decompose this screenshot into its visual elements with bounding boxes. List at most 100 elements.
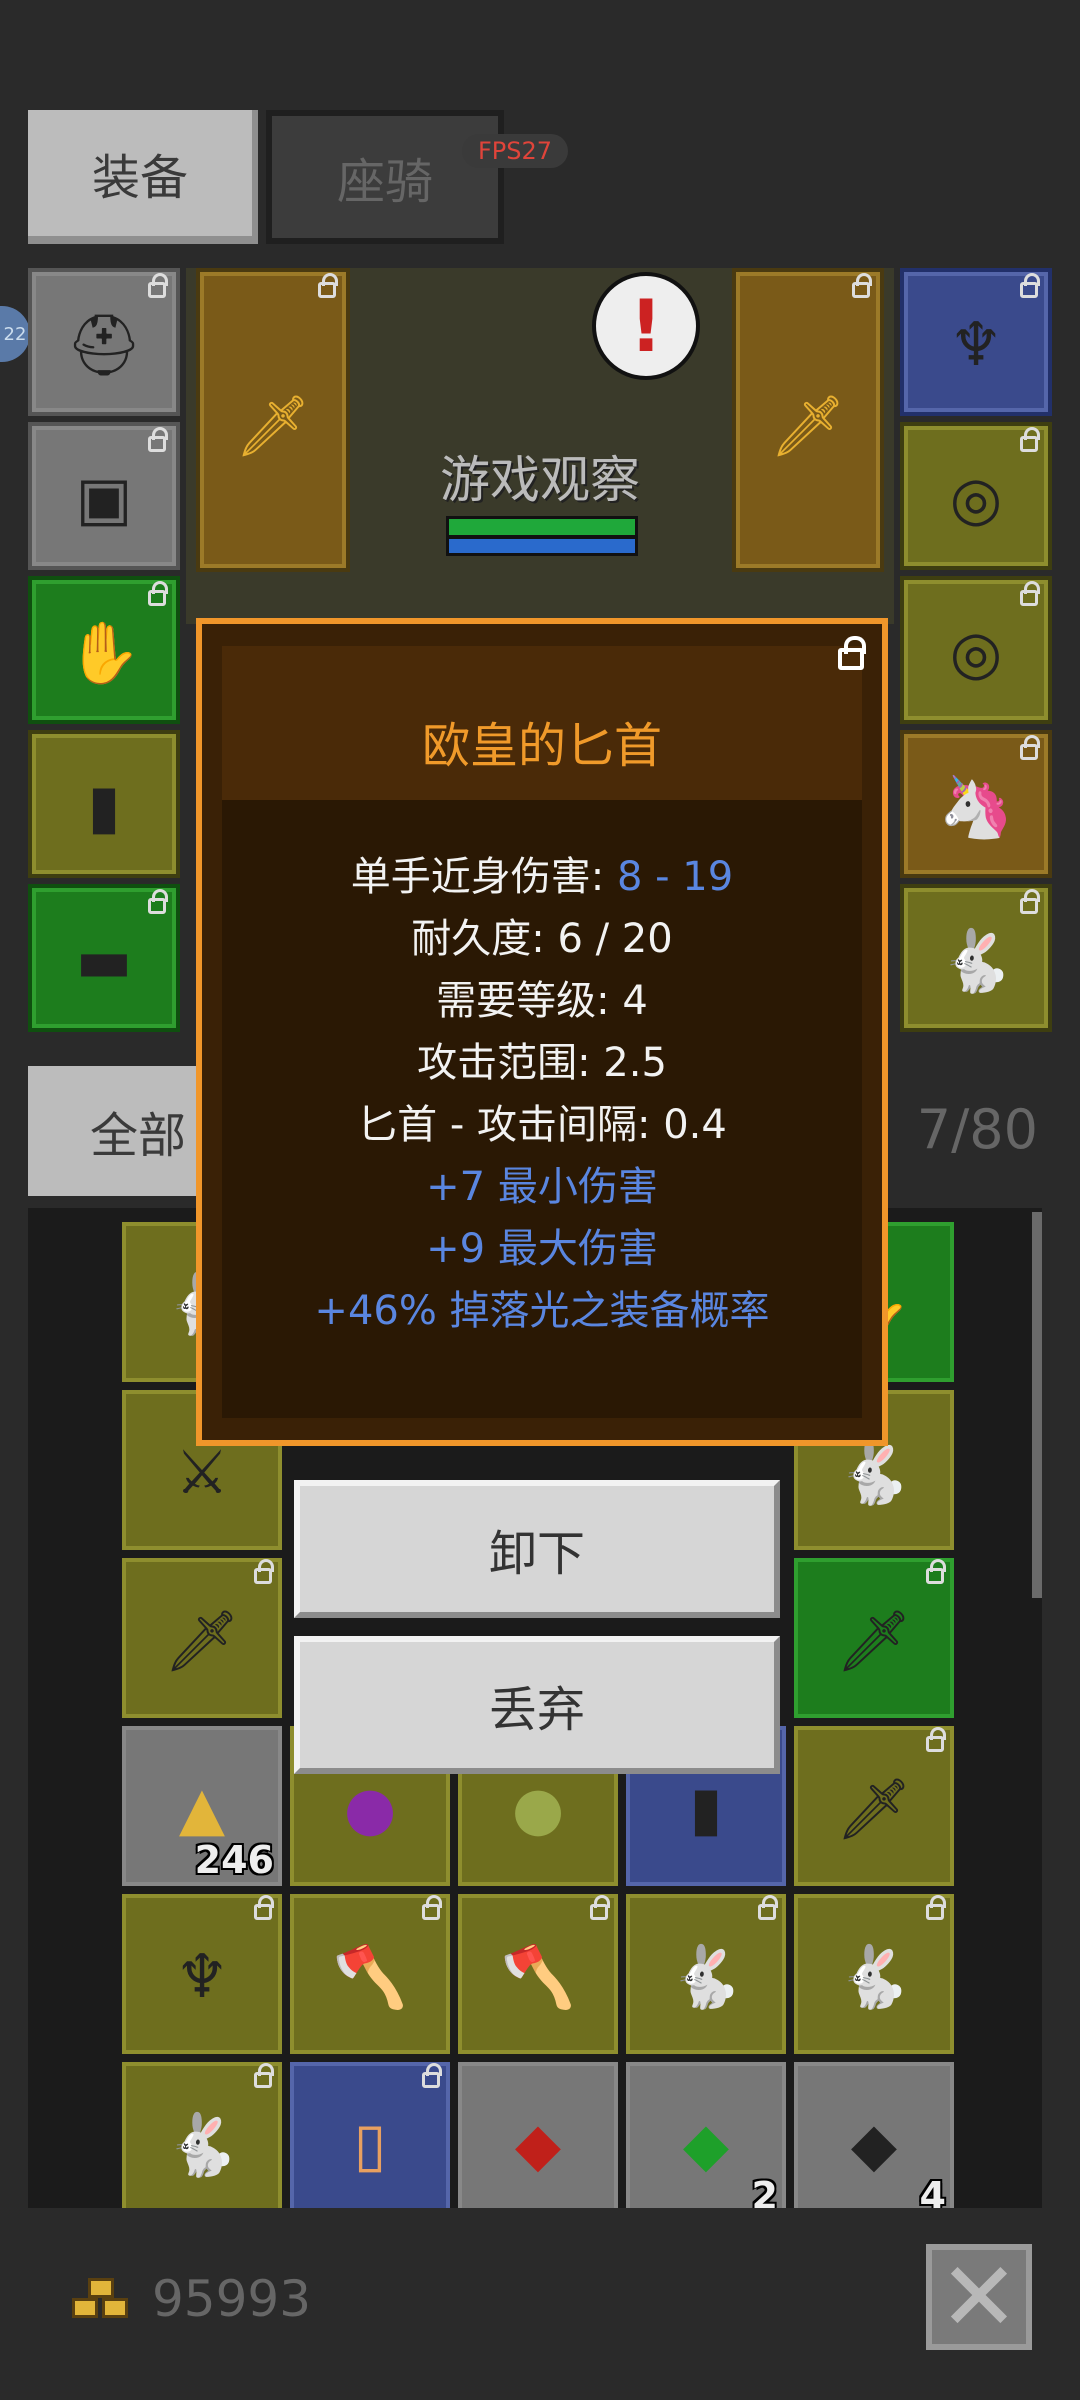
dagger-icon: 🗡 xyxy=(234,391,312,462)
inventory-slot[interactable]: 🐇 xyxy=(122,2062,282,2208)
lock-icon xyxy=(1020,427,1040,452)
amulet-icon: ● xyxy=(343,1774,397,1845)
equip-slot-armor[interactable]: ▣ xyxy=(28,422,180,570)
tab-mount[interactable]: 座骑 xyxy=(266,110,504,244)
inventory-slot[interactable]: 🗡 xyxy=(794,1726,954,1886)
bonus-max-damage: +9 最大伤害 xyxy=(426,1226,658,1272)
rabbit-icon: 🐇 xyxy=(668,1942,744,2013)
drop-button[interactable]: 丢弃 xyxy=(294,1636,780,1774)
lock-icon xyxy=(926,1895,946,1920)
amulet-icon: ♆ xyxy=(949,309,1003,380)
stat-durability: 耐久度: 6 / 20 xyxy=(411,916,673,962)
lock-icon xyxy=(926,1727,946,1752)
helmet-icon: ⛑ xyxy=(65,310,143,381)
health-bar xyxy=(446,516,638,538)
inventory-slot[interactable]: ◆ xyxy=(458,2062,618,2208)
axe-icon: 🪓 xyxy=(500,1942,576,2013)
equip-slot-ring-2[interactable]: ◎ xyxy=(900,576,1052,724)
lock-icon xyxy=(148,581,168,606)
equip-slot-pet[interactable]: 🦄 xyxy=(900,730,1052,878)
equip-slot-ring-1[interactable]: ◎ xyxy=(900,422,1052,570)
axe-icon: 🪓 xyxy=(332,1942,408,2013)
gold-amount: 95993 xyxy=(152,2270,312,2328)
lock-icon xyxy=(422,1895,442,1920)
side-badge[interactable]: 22 xyxy=(0,306,30,362)
boots-icon: ▮ xyxy=(87,771,121,842)
lock-icon xyxy=(1020,735,1040,760)
equip-slot-off-hand[interactable]: 🗡 xyxy=(732,268,884,572)
armor-icon: ▣ xyxy=(75,463,133,534)
unequip-button[interactable]: 卸下 xyxy=(294,1480,780,1618)
lock-icon xyxy=(422,2063,442,2088)
equip-slot-belt[interactable]: ▬ xyxy=(28,884,180,1032)
equip-slot-charm[interactable]: 🐇 xyxy=(900,884,1052,1032)
item-tooltip: 欧皇的匕首 单手近身伤害: 8 - 19 耐久度: 6 / 20 需要等级: 4… xyxy=(196,618,888,1446)
rabbit-icon: 🐇 xyxy=(836,1942,912,2013)
inventory-scrollbar[interactable] xyxy=(1032,1212,1042,1598)
inventory-slot[interactable]: 🪓 xyxy=(290,1894,450,2054)
equip-slot-boots[interactable]: ▮ xyxy=(28,730,180,878)
corner-ornament xyxy=(862,618,888,644)
corner-ornament xyxy=(196,1420,222,1446)
filter-all-button[interactable]: 全部 xyxy=(28,1066,198,1196)
stat-label: 单手近身伤害: xyxy=(350,854,617,900)
tooltip-body: 欧皇的匕首 单手近身伤害: 8 - 19 耐久度: 6 / 20 需要等级: 4… xyxy=(222,646,862,1418)
gold-coins-icon xyxy=(72,2278,132,2326)
ring-icon: ◎ xyxy=(949,463,1003,534)
mana-bar xyxy=(446,536,638,556)
crossed-swords-icon: ⚔ xyxy=(175,1438,229,1509)
unicorn-icon: 🦄 xyxy=(938,772,1014,843)
lock-icon xyxy=(254,1559,274,1584)
item-quantity: 246 xyxy=(194,1838,274,1882)
gold-pile-icon: ▲ xyxy=(178,1774,226,1845)
stat-level: 需要等级: 4 xyxy=(436,978,648,1024)
inventory-slot[interactable]: ▯ xyxy=(290,2062,450,2208)
lock-icon xyxy=(852,273,872,298)
close-icon: ✕ xyxy=(938,2241,1020,2353)
inventory-slot[interactable]: ◆ 2 xyxy=(626,2062,786,2208)
dark-gem-icon: ◆ xyxy=(850,2110,898,2181)
sword-icon: 🗡 xyxy=(835,1774,913,1845)
lock-icon xyxy=(926,1559,946,1584)
close-button[interactable]: ✕ xyxy=(926,2241,1032,2353)
lock-icon xyxy=(758,1895,778,1920)
lock-icon xyxy=(254,1895,274,1920)
equip-slot-gloves[interactable]: ✋ xyxy=(28,576,180,724)
lock-icon xyxy=(1020,581,1040,606)
inventory-slot[interactable]: ◆ 4 xyxy=(794,2062,954,2208)
inventory-slot[interactable]: 🗡 xyxy=(794,1558,954,1718)
lock-icon[interactable] xyxy=(838,636,866,670)
equip-slot-helmet[interactable]: ⛑ xyxy=(28,268,180,416)
rabbit-icon: 🐇 xyxy=(836,1438,912,1509)
lock-icon xyxy=(254,2063,274,2088)
lock-icon xyxy=(318,273,338,298)
green-gem-icon: ◆ xyxy=(682,2110,730,2181)
stat-damage: 单手近身伤害: 8 - 19 xyxy=(222,844,862,902)
dagger-icon: 🗡 xyxy=(835,1606,913,1677)
inventory-slot[interactable]: 🗡 xyxy=(122,1558,282,1718)
ring-icon: ◎ xyxy=(949,617,1003,688)
inventory-slot[interactable]: 🪓 xyxy=(458,1894,618,2054)
rabbit-icon: 🐇 xyxy=(938,926,1014,997)
inventory-slot[interactable]: ♆ xyxy=(122,1894,282,2054)
tab-equipment[interactable]: 装备 xyxy=(28,110,258,244)
boots-icon: ▮ xyxy=(689,1774,723,1845)
tooltip-header: 欧皇的匕首 xyxy=(222,646,862,800)
equip-slot-amulet[interactable]: ♆ xyxy=(900,268,1052,416)
gloves-icon: ✋ xyxy=(66,618,142,689)
stat-value: 8 - 19 xyxy=(616,854,734,900)
dagger-icon: 🗡 xyxy=(769,391,847,462)
lock-icon xyxy=(148,889,168,914)
lock-icon xyxy=(148,273,168,298)
equip-slot-main-hand[interactable]: 🗡 xyxy=(196,268,350,572)
helmet-icon: ♆ xyxy=(175,1942,229,2013)
rabbit-icon: 🐇 xyxy=(164,2110,240,2181)
inventory-count: 7/80 xyxy=(916,1098,1038,1161)
bonus-drop-rate: +46% 掉落光之装备概率 xyxy=(314,1288,770,1334)
belt-icon: ▬ xyxy=(75,925,133,996)
inventory-slot[interactable]: 🐇 xyxy=(626,1894,786,2054)
alert-icon: ! xyxy=(592,272,700,380)
sword-icon: 🗡 xyxy=(163,1606,241,1677)
inventory-slot[interactable]: ▲ 246 xyxy=(122,1726,282,1886)
inventory-slot[interactable]: 🐇 xyxy=(794,1894,954,2054)
